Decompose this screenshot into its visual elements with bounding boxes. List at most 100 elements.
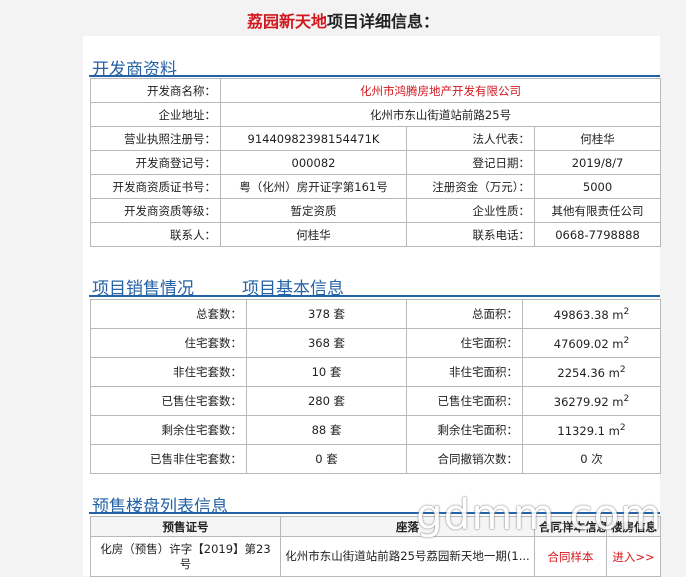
capital-label: 注册资金（万元）： [406,174,535,199]
contract-sample-link[interactable]: 合同样本 [534,536,607,577]
reg-date-label: 登记日期： [406,150,535,175]
sales-value-text: 378 套 [307,307,346,321]
area-label-text: 剩余住宅面积： [437,423,519,437]
sales-table: 总套数： 378 套总面积： 49863.38 m2 住宅套数： 368 套住宅面积： 4… [90,299,661,474]
sales-value: 378 套 [246,299,407,329]
nature-label: 企业性质： [406,198,535,223]
square-unit-superscript: 2 [623,335,630,346]
grade-label: 开发商资质等级： [90,198,221,223]
table-row: 企业地址： 化州市东山街道站前路25号 [90,102,662,127]
sales-label: 住宅套数： [90,328,247,358]
watermark: gdmm.com [416,490,663,539]
capital-value: 5000 [533,174,662,199]
square-unit-superscript: 2 [619,364,626,375]
sales-label: 剩余住宅套数： [90,415,247,445]
area-value-text: 11329.1 m [557,423,620,438]
area-label-text: 非住宅面积： [449,365,518,379]
area-value-text: 0 次 [580,452,603,466]
sales-value-text: 10 套 [311,365,342,379]
cert-value: 粤（化州）房开证字第161号 [220,174,407,199]
developer-table: 开发商名称： 化州市鸿腾房地产开发有限公司 企业地址： 化州市东山街道站前路25… [90,78,662,247]
area-label: 住宅面积： [406,328,523,358]
table-row: 开发商资质等级： 暂定资质 企业性质： 其他有限责任公司 [90,198,662,223]
nature-value: 其他有限责任公司 [533,198,662,223]
presale-location: 化州市东山街道站前路25号荔园新天地一期(1... [280,536,535,577]
sales-value-text: 88 套 [311,423,342,437]
sales-label: 已售非住宅套数： [90,444,247,474]
reg-date-value: 2019/8/7 [533,150,662,175]
table-row: 已售住宅套数： 280 套已售住宅面积： 36279.92 m2 [90,386,661,416]
area-label-text: 总面积： [472,307,518,321]
sales-label-text: 已售住宅套数： [161,394,243,408]
table-row: 剩余住宅套数： 88 套剩余住宅面积： 11329.1 m2 [90,415,661,445]
page-title: 荔园新天地项目详细信息： [0,8,686,32]
enter-link[interactable]: 进入>> [606,536,661,577]
table-row: 总套数： 378 套 总面积： 49863.38 m2 [90,299,661,329]
sales-value: 280 套 [246,386,407,416]
sales-value-text: 368 套 [307,336,346,350]
sales-value-text: 0 套 [315,452,338,466]
header-cert: 预售证号 [90,516,281,537]
area-value: 36279.92 m2 [522,386,661,416]
square-unit-superscript: 2 [623,393,630,404]
sales-value: 368 套 [246,328,407,358]
address-value: 化州市东山街道站前路25号 [219,102,662,127]
table-row: 开发商登记号： 000082 登记日期： 2019/8/7 [90,150,662,175]
address-label: 企业地址： [90,102,221,127]
square-unit-superscript: 2 [619,422,626,433]
area-value: 47609.02 m2 [522,328,661,358]
contact-label: 联系人： [90,222,221,247]
area-label-text: 住宅面积： [460,336,519,350]
sales-value: 10 套 [246,357,407,387]
area-label-text: 已售住宅面积： [437,394,519,408]
area-value: 0 次 [522,444,661,474]
license-value: 91440982398154471K [220,126,407,151]
sales-label-text: 剩余住宅套数： [161,423,243,437]
phone-value: 0668-7798888 [533,222,662,247]
sales-label-text: 住宅套数： [184,336,243,350]
sales-value-text: 280 套 [307,394,346,408]
sales-label: 总套数： [90,299,247,329]
area-label: 已售住宅面积： [406,386,523,416]
area-value-text: 49863.38 m [553,307,624,322]
reg-no-value: 000082 [220,150,407,175]
section-divider [89,75,660,77]
table-row: 联系人： 何桂华 联系电话： 0668-7798888 [90,222,662,247]
project-name: 荔园新天地 [246,12,327,31]
table-row: 营业执照注册号： 91440982398154471K 法人代表： 何桂华 [90,126,662,151]
table-row: 开发商名称： 化州市鸿腾房地产开发有限公司 [90,78,662,103]
square-unit-superscript: 2 [623,306,630,317]
contact-value: 何桂华 [220,222,407,247]
section-divider [89,295,660,297]
area-value-text: 36279.92 m [553,394,624,409]
developer-name: 化州市鸿腾房地产开发有限公司 [219,78,662,103]
area-label: 总面积： [406,299,523,329]
legal-rep-label: 法人代表： [406,126,535,151]
sales-value: 88 套 [246,415,407,445]
area-label: 剩余住宅面积： [406,415,523,445]
table-row: 非住宅套数： 10 套 非住宅面积： 2254.36 m2 [90,357,661,387]
area-value: 2254.36 m2 [522,357,661,387]
table-row: 开发商资质证书号： 粤（化州）房开证字第161号 注册资金（万元）： 5000 [90,174,662,199]
table-row: 已售非住宅套数： 0 套 合同撤销次数： 0 次 [90,444,661,474]
presale-cert: 化房（预售）许字【2019】第23号 [90,536,281,577]
area-value-text: 47609.02 m [553,336,624,351]
sales-label: 已售住宅套数： [90,386,247,416]
legal-rep-value: 何桂华 [533,126,662,151]
reg-no-label: 开发商登记号： [90,150,221,175]
table-row: 化房（预售）许字【2019】第23号 化州市东山街道站前路25号荔园新天地一期(… [90,536,661,577]
cert-label: 开发商资质证书号： [90,174,221,199]
license-label: 营业执照注册号： [90,126,221,151]
area-label: 非住宅面积： [406,357,523,387]
phone-label: 联系电话： [406,222,535,247]
area-label: 合同撤销次数： [406,444,523,474]
area-value: 11329.1 m2 [522,415,661,445]
area-label-text: 合同撤销次数： [437,452,519,466]
area-value-text: 2254.36 m [557,365,620,380]
sales-label-text: 总套数： [196,307,242,321]
sales-value: 0 套 [246,444,407,474]
grade-value: 暂定资质 [220,198,407,223]
area-value: 49863.38 m2 [522,299,661,329]
sales-label-text: 非住宅套数： [173,365,242,379]
table-row: 住宅套数： 368 套住宅面积： 47609.02 m2 [90,328,661,358]
